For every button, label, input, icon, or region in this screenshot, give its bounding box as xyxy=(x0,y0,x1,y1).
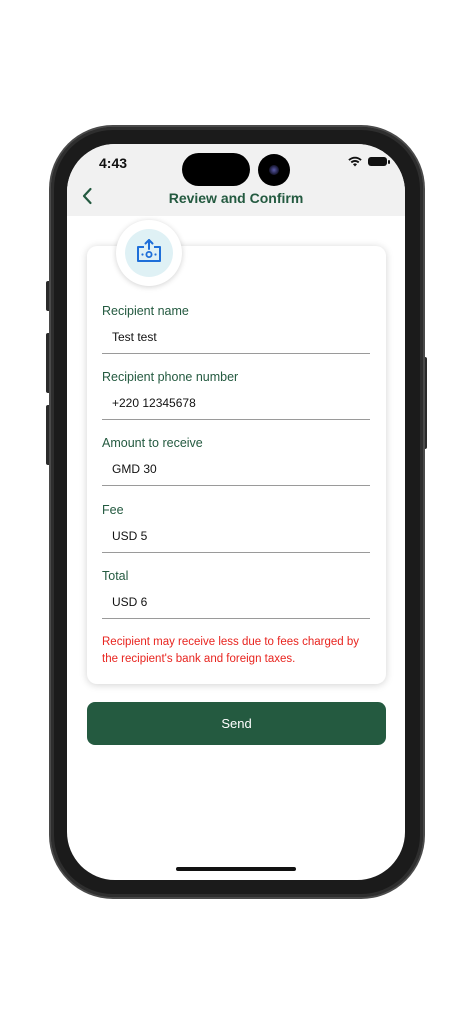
send-button[interactable]: Send xyxy=(87,702,386,745)
battery-icon xyxy=(368,157,390,166)
status-time: 4:43 xyxy=(99,155,128,171)
hero-badge-inner xyxy=(125,229,173,277)
field-value: GMD 30 xyxy=(112,462,157,476)
home-indicator xyxy=(176,867,296,871)
dynamic-island xyxy=(182,153,250,186)
recipient-name-field: Recipient name Test test xyxy=(102,303,370,354)
review-card: Recipient name Test test Recipient phone… xyxy=(87,246,386,684)
total-field: Total USD 6 xyxy=(102,568,370,619)
field-label: Recipient name xyxy=(102,304,189,318)
field-label: Total xyxy=(102,569,129,583)
fee-warning-text: Recipient may receive less due to fees c… xyxy=(102,636,359,665)
hero-badge xyxy=(116,220,182,286)
front-camera xyxy=(258,154,290,186)
field-underline xyxy=(102,618,370,619)
recipient-phone-field: Recipient phone number +220 12345678 xyxy=(102,369,370,420)
field-label: Fee xyxy=(102,503,124,517)
field-value: USD 5 xyxy=(112,529,148,543)
fee-field: Fee USD 5 xyxy=(102,502,370,553)
wifi-icon xyxy=(348,156,362,167)
money-transfer-icon xyxy=(135,238,163,269)
field-value: Test test xyxy=(112,330,157,344)
amount-field: Amount to receive GMD 30 xyxy=(102,435,370,486)
field-value: USD 6 xyxy=(112,595,148,609)
field-value: +220 12345678 xyxy=(112,396,196,410)
field-underline xyxy=(102,485,370,486)
page-title: Review and Confirm xyxy=(168,190,304,206)
field-underline xyxy=(102,419,370,420)
field-label: Recipient phone number xyxy=(102,370,239,384)
field-underline xyxy=(102,552,370,553)
status-icons xyxy=(348,156,390,167)
field-label: Amount to receive xyxy=(102,436,203,450)
field-underline xyxy=(102,353,370,354)
top-bar: 4:43 Review and Confirm xyxy=(67,144,405,216)
